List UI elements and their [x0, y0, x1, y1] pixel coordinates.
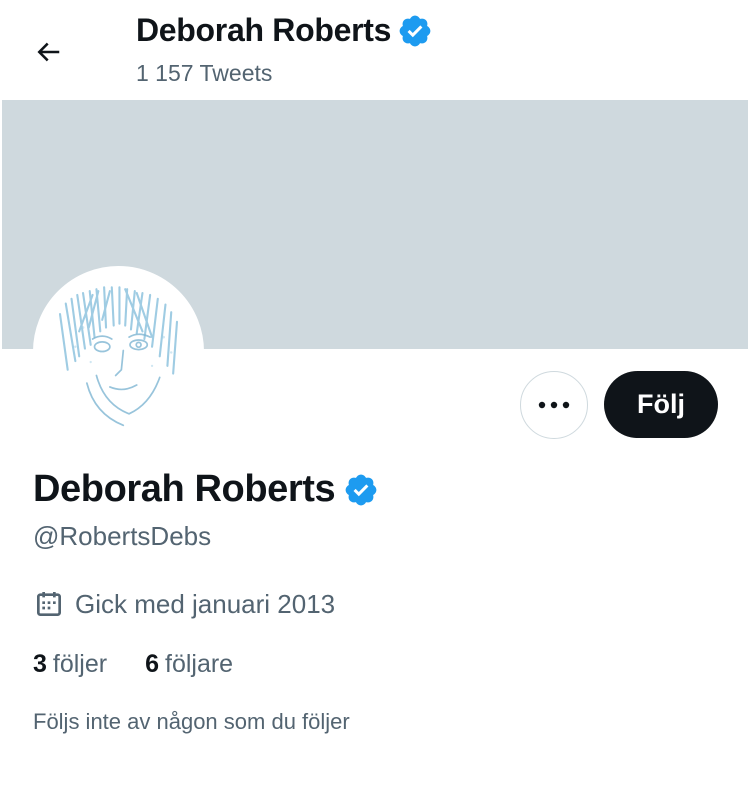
following-link[interactable]: 3 följer: [33, 650, 107, 679]
followers-link[interactable]: 6 följare: [145, 650, 233, 679]
more-options-button[interactable]: [520, 371, 588, 439]
header-name: Deborah Roberts: [136, 12, 392, 48]
follow-stats: 3 följer 6 följare: [33, 650, 233, 679]
more-dots-icon: [538, 401, 570, 409]
user-handle: @RobertsDebs: [33, 521, 212, 551]
join-date-text: Gick med januari 2013: [75, 588, 336, 619]
follow-button[interactable]: Följ: [604, 371, 718, 438]
social-context-text: Följs inte av någon som du följer: [33, 709, 350, 734]
following-count: 3: [33, 650, 47, 678]
verified-badge-icon[interactable]: [343, 472, 379, 508]
profile-name-row: Deborah Roberts: [33, 468, 379, 511]
arrow-left-icon: [37, 42, 60, 62]
header-title-row: Deborah Roberts: [136, 12, 433, 49]
tweet-count: 1 157 Tweets: [136, 60, 273, 86]
avatar-sketch-image: [37, 270, 200, 433]
followers-label: följare: [165, 650, 234, 678]
calendar-icon: [37, 592, 61, 616]
avatar[interactable]: [33, 266, 204, 437]
join-date: Gick med januari 2013: [33, 588, 335, 620]
followers-count: 6: [145, 650, 159, 678]
top-bar: Deborah Roberts 1 157 Tweets: [0, 0, 750, 100]
following-label: följer: [52, 650, 108, 678]
back-button[interactable]: [22, 26, 74, 78]
display-name: Deborah Roberts: [33, 468, 336, 510]
verified-badge-icon: [399, 15, 431, 46]
